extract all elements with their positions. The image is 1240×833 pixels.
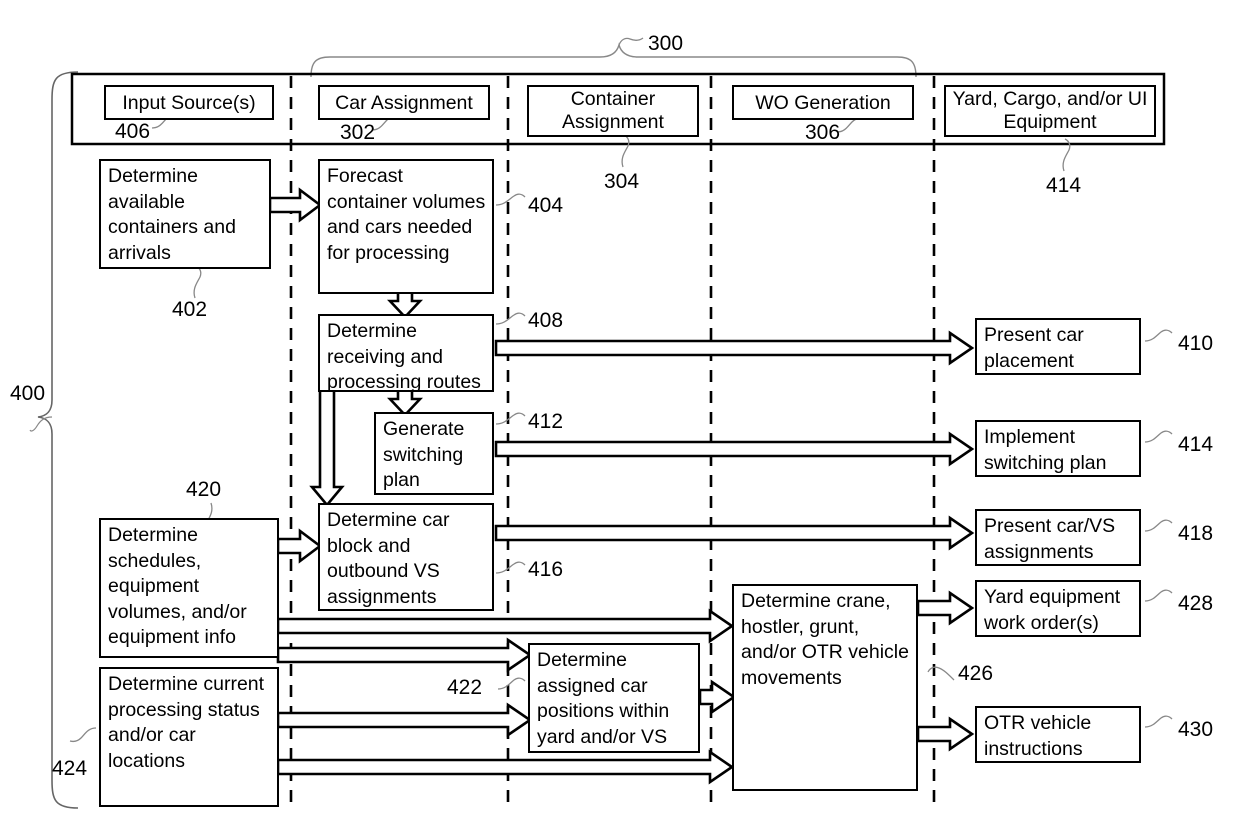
node-label: OTR vehicle instructions xyxy=(984,712,1092,760)
node-label: Generate switching plan xyxy=(383,418,465,491)
lane-ref-304: 304 xyxy=(604,170,640,193)
node-determine-available-containers[interactable]: Determine available containers and arriv… xyxy=(99,159,271,269)
ref-428: 428 xyxy=(1178,592,1214,615)
ref-412: 412 xyxy=(528,410,564,433)
lane-ref-306: 306 xyxy=(805,121,841,144)
node-label: Present car/VS assignments xyxy=(984,515,1116,563)
ref-426: 426 xyxy=(958,662,994,685)
ref-422: 422 xyxy=(447,676,483,699)
node-label: Present car placement xyxy=(984,324,1084,372)
ref-300-system: 300 xyxy=(648,32,684,55)
ref-404: 404 xyxy=(528,194,564,217)
lane-title-wo-generation: WO Generation xyxy=(732,85,914,120)
node-label: Determine receiving and processing route… xyxy=(327,320,481,393)
ref-408: 408 xyxy=(528,309,564,332)
lane-title-yard-cargo-ui-equipment: Yard, Cargo, and/or UI Equipment xyxy=(944,85,1156,137)
system-bracket xyxy=(310,37,917,78)
lane-title-label: Car Assignment xyxy=(335,91,473,114)
node-label: Determine available containers and arriv… xyxy=(108,165,236,264)
node-label: Determine crane, hostler, grunt, and/or … xyxy=(741,590,909,689)
node-determine-current-processing-status[interactable]: Determine current processing status and/… xyxy=(99,667,279,807)
lane-title-container-assignment: Container Assignment xyxy=(527,85,699,137)
node-determine-schedules-equipment[interactable]: Determine schedules, equipment volumes, … xyxy=(99,518,279,658)
node-label: Determine current processing status and/… xyxy=(108,673,265,772)
node-label: Determine assigned car positions within … xyxy=(537,649,670,748)
node-determine-receiving-processing-routes[interactable]: Determine receiving and processing route… xyxy=(318,314,494,393)
node-determine-crane-hostler-movements[interactable]: Determine crane, hostler, grunt, and/or … xyxy=(732,584,918,791)
node-present-car-vs-assignments[interactable]: Present car/VS assignments xyxy=(975,509,1141,566)
lane-title-car-assignment: Car Assignment xyxy=(318,85,490,120)
node-label: Determine car block and outbound VS assi… xyxy=(327,509,450,608)
lane-ref-406: 406 xyxy=(115,120,151,143)
overall-bracket xyxy=(29,71,79,809)
node-implement-switching-plan[interactable]: Implement switching plan xyxy=(975,420,1141,477)
lane-title-label: Yard, Cargo, and/or UI Equipment xyxy=(952,88,1148,133)
node-forecast-container-volumes[interactable]: Forecast container volumes and cars need… xyxy=(318,159,494,294)
node-yard-equipment-work-orders[interactable]: Yard equipment work order(s) xyxy=(975,580,1141,637)
lane-title-label: Container Assignment xyxy=(562,88,664,133)
ref-410: 410 xyxy=(1178,332,1214,355)
lane-ref-302: 302 xyxy=(340,121,376,144)
ref-420: 420 xyxy=(186,478,222,501)
ref-424: 424 xyxy=(52,757,88,780)
node-determine-assigned-car-positions[interactable]: Determine assigned car positions within … xyxy=(528,643,700,753)
figure-canvas: Input Source(s) 406 Car Assignment 302 C… xyxy=(0,0,1240,833)
ref-430: 430 xyxy=(1178,718,1214,741)
ref-400-overall: 400 xyxy=(10,382,46,405)
ref-416: 416 xyxy=(528,558,564,581)
node-label: Yard equipment work order(s) xyxy=(984,586,1121,634)
lane-title-label: Input Source(s) xyxy=(122,91,256,114)
node-label: Implement switching plan xyxy=(984,426,1107,474)
lane-title-input-source: Input Source(s) xyxy=(104,85,274,120)
node-generate-switching-plan[interactable]: Generate switching plan xyxy=(374,412,494,495)
node-label: Forecast container volumes and cars need… xyxy=(327,165,486,264)
ref-418: 418 xyxy=(1178,522,1214,545)
ref-414-right: 414 xyxy=(1178,433,1214,456)
node-label: Determine schedules, equipment volumes, … xyxy=(108,524,247,648)
node-otr-vehicle-instructions[interactable]: OTR vehicle instructions xyxy=(975,706,1141,763)
node-determine-car-block-outbound-vs[interactable]: Determine car block and outbound VS assi… xyxy=(318,503,494,611)
lane-ref-414: 414 xyxy=(1046,174,1082,197)
node-present-car-placement[interactable]: Present car placement xyxy=(975,318,1141,375)
ref-402: 402 xyxy=(172,298,208,321)
lane-title-label: WO Generation xyxy=(755,91,891,114)
